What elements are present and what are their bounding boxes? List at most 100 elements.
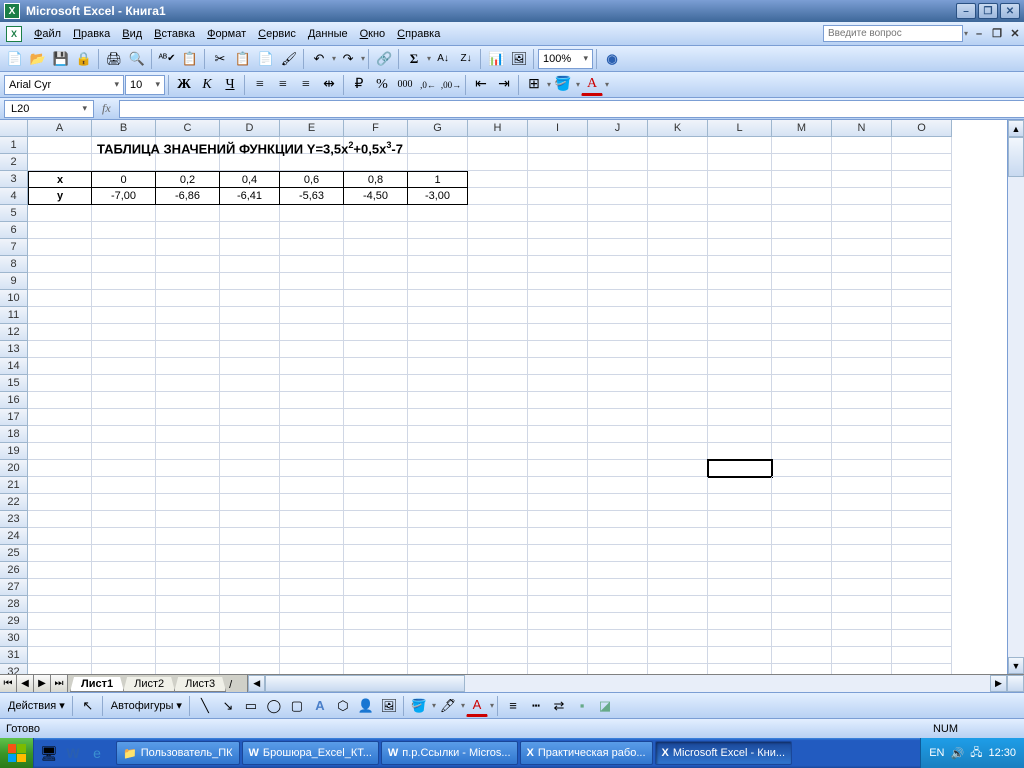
cell-H16[interactable] [468, 392, 528, 409]
cell-B30[interactable] [92, 630, 156, 647]
cell-G13[interactable] [408, 341, 468, 358]
cell-G12[interactable] [408, 324, 468, 341]
cell-M18[interactable] [772, 426, 832, 443]
column-header-E[interactable]: E [280, 120, 344, 137]
vertical-scrollbar[interactable]: ▲ ▼ [1007, 120, 1024, 674]
cell-F10[interactable] [344, 290, 408, 307]
cell-F14[interactable] [344, 358, 408, 375]
cell-F28[interactable] [344, 596, 408, 613]
comma-icon[interactable]: 000 [394, 74, 416, 96]
cell-F21[interactable] [344, 477, 408, 494]
cell-B26[interactable] [92, 562, 156, 579]
cell-J27[interactable] [588, 579, 648, 596]
cell-G17[interactable] [408, 409, 468, 426]
cell-N12[interactable] [832, 324, 892, 341]
cell-N1[interactable] [832, 137, 892, 154]
picture-icon[interactable]: 🖼 [378, 695, 400, 717]
actions-menu[interactable]: Действия ▾ [4, 699, 69, 712]
textbox-icon[interactable]: ▢ [286, 695, 308, 717]
cell-E25[interactable] [280, 545, 344, 562]
column-header-A[interactable]: A [28, 120, 92, 137]
cell-I32[interactable] [528, 664, 588, 674]
cell-G3[interactable]: 1 [408, 171, 468, 188]
cell-L19[interactable] [708, 443, 772, 460]
menu-Данные[interactable]: Данные [302, 25, 354, 43]
cell-E10[interactable] [280, 290, 344, 307]
cell-B17[interactable] [92, 409, 156, 426]
line-color-icon[interactable]: 🖊 [437, 695, 459, 717]
cell-H19[interactable] [468, 443, 528, 460]
column-header-J[interactable]: J [588, 120, 648, 137]
cell-D25[interactable] [220, 545, 280, 562]
cell-E4[interactable]: -5,63 [280, 188, 344, 205]
cell-D12[interactable] [220, 324, 280, 341]
cell-K9[interactable] [648, 273, 708, 290]
row-header-14[interactable]: 14 [0, 358, 28, 375]
cell-K27[interactable] [648, 579, 708, 596]
row-header-13[interactable]: 13 [0, 341, 28, 358]
cell-F9[interactable] [344, 273, 408, 290]
cell-O2[interactable] [892, 154, 952, 171]
row-header-16[interactable]: 16 [0, 392, 28, 409]
cell-J32[interactable] [588, 664, 648, 674]
cell-I25[interactable] [528, 545, 588, 562]
cell-G15[interactable] [408, 375, 468, 392]
cell-G4[interactable]: -3,00 [408, 188, 468, 205]
sort-desc-icon[interactable]: Z↓ [455, 48, 477, 70]
row-header-25[interactable]: 25 [0, 545, 28, 562]
cell-K20[interactable] [648, 460, 708, 477]
cell-F17[interactable] [344, 409, 408, 426]
increase-decimal-icon[interactable]: ,0← [417, 74, 439, 96]
column-header-B[interactable]: B [92, 120, 156, 137]
cell-N24[interactable] [832, 528, 892, 545]
arrow-style-icon[interactable]: ⇄ [548, 695, 570, 717]
cell-H28[interactable] [468, 596, 528, 613]
cell-E3[interactable]: 0,6 [280, 171, 344, 188]
cell-M16[interactable] [772, 392, 832, 409]
cell-G22[interactable] [408, 494, 468, 511]
cell-E16[interactable] [280, 392, 344, 409]
cell-O12[interactable] [892, 324, 952, 341]
cell-K4[interactable] [648, 188, 708, 205]
cell-M9[interactable] [772, 273, 832, 290]
cell-L22[interactable] [708, 494, 772, 511]
cell-N31[interactable] [832, 647, 892, 664]
cell-N2[interactable] [832, 154, 892, 171]
cell-N4[interactable] [832, 188, 892, 205]
prev-sheet-icon[interactable]: ◀ [17, 675, 34, 692]
cell-L16[interactable] [708, 392, 772, 409]
cell-A15[interactable] [28, 375, 92, 392]
cell-I28[interactable] [528, 596, 588, 613]
column-header-C[interactable]: C [156, 120, 220, 137]
taskbar-item[interactable]: XПрактическая рабо... [520, 741, 653, 765]
cell-O5[interactable] [892, 205, 952, 222]
cell-K10[interactable] [648, 290, 708, 307]
cell-F12[interactable] [344, 324, 408, 341]
print-icon[interactable]: 🖨 [103, 48, 125, 70]
cell-N28[interactable] [832, 596, 892, 613]
cell-N6[interactable] [832, 222, 892, 239]
menu-Файл[interactable]: Файл [28, 25, 67, 43]
cell-G31[interactable] [408, 647, 468, 664]
cell-H5[interactable] [468, 205, 528, 222]
cell-L15[interactable] [708, 375, 772, 392]
cell-F32[interactable] [344, 664, 408, 674]
cell-I6[interactable] [528, 222, 588, 239]
cell-D4[interactable]: -6,41 [220, 188, 280, 205]
cell-G30[interactable] [408, 630, 468, 647]
cell-I24[interactable] [528, 528, 588, 545]
cell-I5[interactable] [528, 205, 588, 222]
row-header-8[interactable]: 8 [0, 256, 28, 273]
cell-G18[interactable] [408, 426, 468, 443]
cell-L23[interactable] [708, 511, 772, 528]
worksheet-grid[interactable]: ABCDEFGHIJKLMNO 123456789101112131415161… [0, 120, 1024, 674]
cell-K1[interactable] [648, 137, 708, 154]
cell-C31[interactable] [156, 647, 220, 664]
cell-M4[interactable] [772, 188, 832, 205]
spelling-icon[interactable]: ᴬᴮ✔ [156, 48, 178, 70]
cell-J24[interactable] [588, 528, 648, 545]
cell-N15[interactable] [832, 375, 892, 392]
cell-L4[interactable] [708, 188, 772, 205]
cell-B19[interactable] [92, 443, 156, 460]
cell-E12[interactable] [280, 324, 344, 341]
